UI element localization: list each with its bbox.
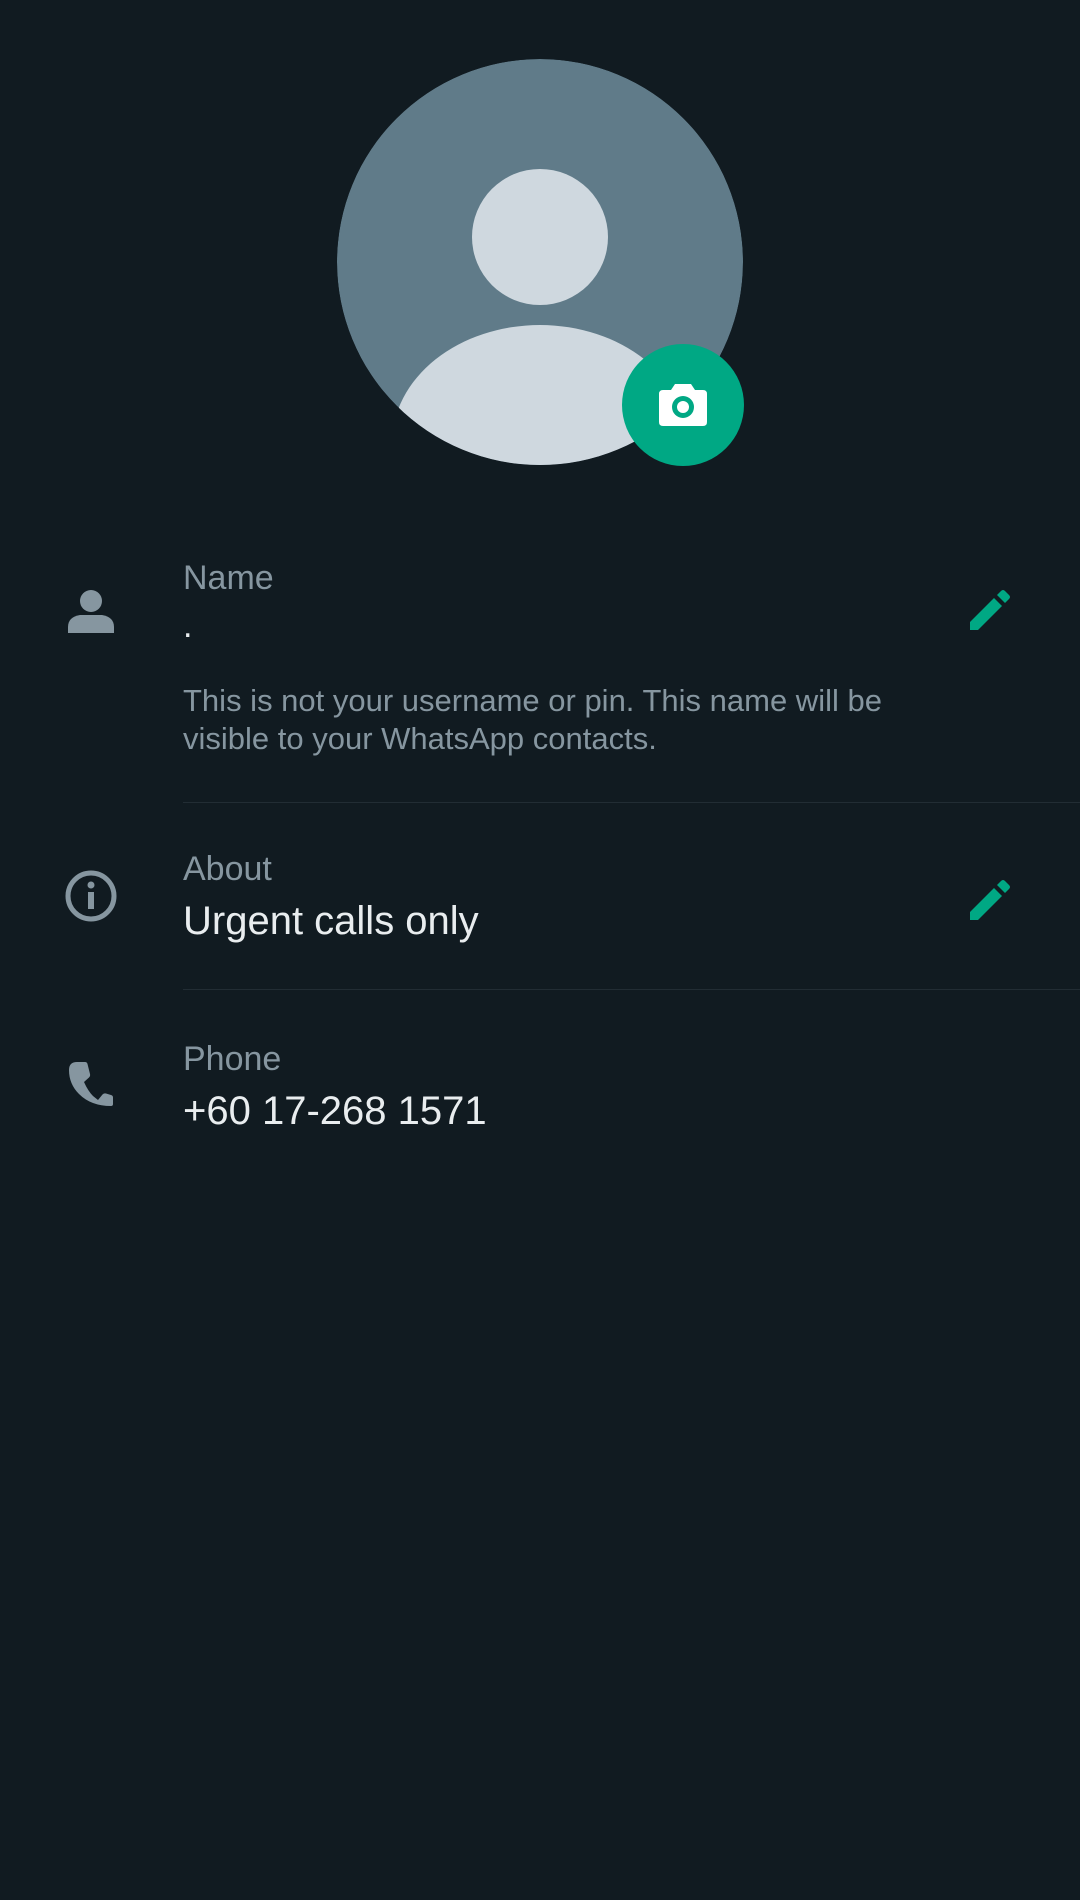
phone-value: +60 17-268 1571	[183, 1089, 487, 1133]
name-value: .	[183, 607, 193, 645]
name-row[interactable]: Name . This is not your username or pin.…	[0, 540, 1080, 802]
edit-about-button[interactable]	[960, 874, 1016, 930]
about-label: About	[183, 850, 272, 888]
camera-icon	[659, 384, 707, 426]
phone-icon	[62, 1055, 120, 1113]
change-photo-button[interactable]	[622, 344, 744, 466]
person-icon	[62, 583, 120, 641]
about-value: Urgent calls only	[183, 899, 479, 943]
info-icon	[62, 867, 120, 925]
pencil-icon	[970, 880, 1010, 920]
edit-name-button[interactable]	[960, 584, 1016, 640]
profile-screen: Name . This is not your username or pin.…	[0, 0, 1080, 1900]
profile-photo-area	[337, 59, 744, 466]
pencil-icon	[970, 590, 1010, 630]
name-label: Name	[183, 559, 274, 597]
phone-label: Phone	[183, 1040, 282, 1078]
about-row[interactable]: About Urgent calls only	[0, 803, 1080, 989]
phone-row: Phone +60 17-268 1571	[0, 990, 1080, 1170]
name-hint: This is not your username or pin. This n…	[183, 683, 882, 756]
